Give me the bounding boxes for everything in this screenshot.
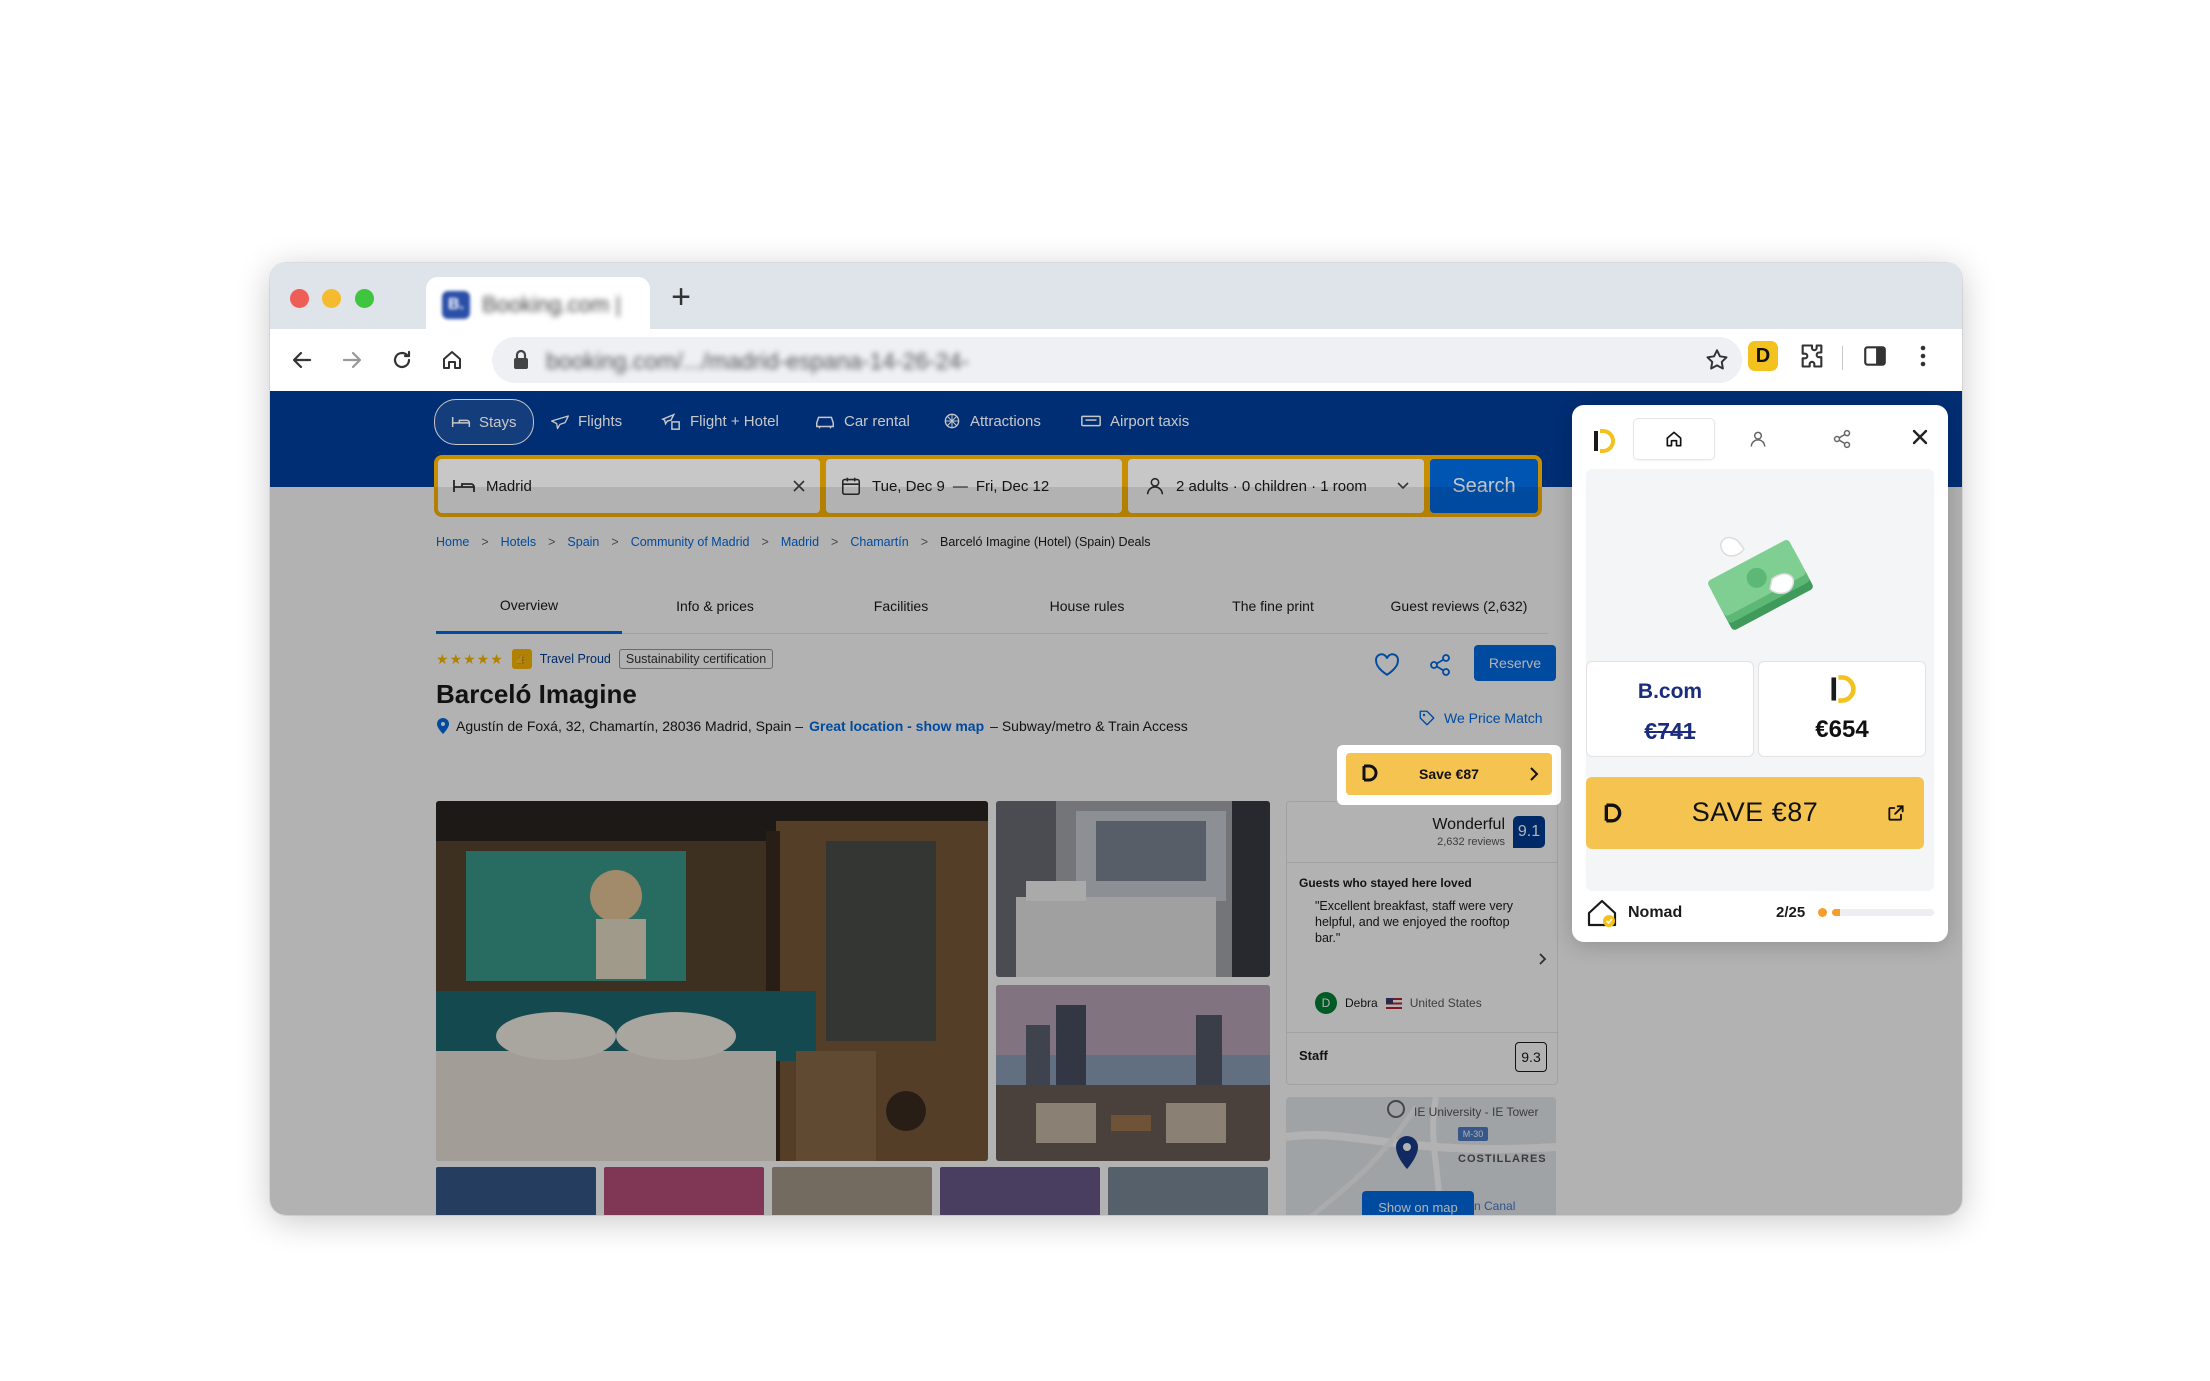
extensions-puzzle-icon[interactable]	[1798, 342, 1826, 370]
external-link-icon	[1888, 805, 1904, 821]
toolbar-divider	[1842, 346, 1843, 370]
deal-price-box: €654	[1758, 661, 1926, 757]
maximize-window-button[interactable]	[355, 289, 374, 308]
level-footer: Nomad 2/25	[1586, 895, 1934, 929]
title-bar: B. Booking.com | +	[270, 263, 1962, 329]
dealsy-logo-icon	[1590, 427, 1618, 455]
nomad-house-icon	[1587, 899, 1617, 927]
back-arrow-icon[interactable]	[284, 342, 320, 378]
home-icon[interactable]	[434, 342, 470, 378]
booking-favicon-icon: B.	[442, 291, 470, 319]
reload-icon[interactable]	[384, 342, 420, 378]
bookmark-star-icon[interactable]	[1704, 347, 1730, 373]
url-text: booking.com/.../madrid-espana-14-26-24-	[546, 348, 970, 374]
deal-price: €654	[1815, 716, 1869, 743]
user-icon	[1750, 431, 1766, 447]
address-bar[interactable]: booking.com/.../madrid-espana-14-26-24-	[492, 337, 1742, 383]
savings-card: B.com €741 €654 SAVE €87	[1586, 469, 1934, 891]
dealsy-extension-icon[interactable]: D	[1748, 341, 1778, 371]
save-cta-button[interactable]: SAVE €87	[1586, 777, 1924, 849]
level-name: Nomad	[1628, 904, 1683, 921]
browser-window: B. Booking.com | + booking.com/.../madri…	[270, 263, 1962, 1215]
dealsy-logo-icon	[1831, 675, 1856, 703]
flying-money-icon	[1708, 536, 1813, 630]
minimize-window-button[interactable]	[322, 289, 341, 308]
progress-dot	[1818, 908, 1827, 917]
side-panel-icon[interactable]	[1862, 343, 1888, 369]
popup-tab-home[interactable]	[1634, 419, 1714, 459]
save-inline-button[interactable]: Save €87	[1346, 753, 1552, 795]
save-highlight: Save €87	[1337, 745, 1561, 805]
level-progress-count: 2/25	[1776, 904, 1806, 921]
browser-tab[interactable]: B. Booking.com |	[426, 277, 650, 329]
close-icon[interactable]	[1910, 427, 1930, 447]
cta-label: SAVE €87	[1691, 797, 1819, 827]
lock-icon	[514, 349, 528, 369]
new-tab-plus-icon[interactable]: +	[664, 280, 698, 315]
popup-tabs	[1634, 419, 1882, 459]
save-label: Save €87	[1419, 766, 1479, 782]
original-price: €741	[1644, 718, 1696, 744]
extension-popup: B.com €741 €654 SAVE €87 Nomad 2/25	[1572, 405, 1948, 942]
popup-tab-profile[interactable]	[1718, 419, 1798, 459]
home-icon	[1666, 431, 1682, 447]
level-progress-bar	[1832, 909, 1934, 916]
tab-title: Booking.com |	[482, 292, 622, 317]
popup-tab-share[interactable]	[1802, 419, 1882, 459]
booking-price-box: B.com €741	[1586, 661, 1754, 757]
forward-arrow-icon[interactable]	[334, 342, 370, 378]
booking-brand: B.com	[1637, 680, 1703, 703]
browser-toolbar: booking.com/.../madrid-espana-14-26-24- …	[270, 329, 1962, 392]
more-menu-icon[interactable]	[1910, 342, 1936, 370]
share-icon	[1833, 429, 1851, 449]
chevron-right-icon	[1530, 767, 1539, 781]
close-window-button[interactable]	[290, 289, 309, 308]
level-progress-fill	[1832, 909, 1841, 916]
